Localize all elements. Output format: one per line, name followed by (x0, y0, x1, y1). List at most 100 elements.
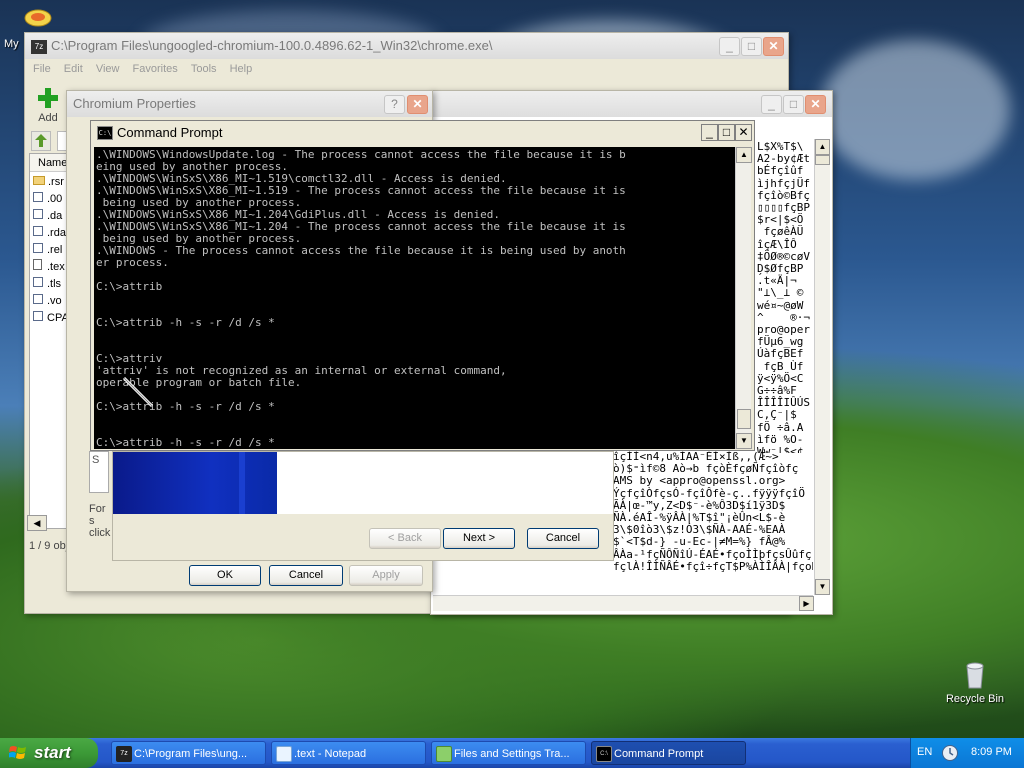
up-folder-button[interactable] (31, 131, 51, 151)
menu-favorites[interactable]: Favorites (133, 63, 178, 75)
scroll-down-arrow[interactable]: ▼ (815, 579, 830, 595)
notepad-text-line: fçlÀ!ÎÌÑÂÉ•fçî÷fçT$P%ÀÌÎÂÀ|fçoÑ-÷fçþÎîÝf… (613, 559, 813, 573)
notepad-text-line: $`<T$d-} -u-Ec-|≠M=%} fÂ@% (613, 535, 786, 549)
minimize-button[interactable]: _ (719, 37, 740, 56)
menu-bar: File Edit View Favorites Tools Help (25, 59, 788, 79)
notepad-text-line: "⊥\_⊥ © (757, 286, 804, 300)
cancel-button[interactable]: Cancel (269, 565, 343, 586)
cmd-icon: C:\ (596, 746, 612, 762)
menu-edit[interactable]: Edit (64, 63, 83, 75)
explorer-titlebar[interactable]: 7z C:\Program Files\ungoogled-chromium-10… (25, 33, 788, 59)
menu-view[interactable]: View (96, 63, 120, 75)
cmd-scrollbar[interactable]: ▲ ▼ (735, 147, 752, 449)
notepad-hscrollbar[interactable]: ▶ (433, 595, 814, 611)
scroll-up-arrow[interactable]: ▲ (736, 147, 752, 163)
properties-titlebar[interactable]: Chromium Properties (67, 91, 432, 117)
task-command-prompt[interactable]: C:\ Command Prompt (591, 741, 746, 765)
notepad-text-line: îçÆ\ÎÔ (757, 237, 797, 251)
console-line: C:\>attrib (96, 280, 163, 293)
notepad-text-bottom: îçÍÌ<n4,u%ÌAA⁻ÉÌ×Ìß,,(Æ~> ò)$⁼ìf©8 Aò→b f… (613, 451, 813, 583)
add-label: Add (38, 112, 58, 124)
text-file-icon (33, 259, 42, 270)
scroll-thumb[interactable] (737, 409, 751, 429)
notepad-text-line: bÉfçîûf (757, 164, 804, 178)
minimize-button[interactable]: _ (701, 124, 718, 141)
wizard-banner-stripe (239, 452, 245, 514)
maximize-button[interactable]: □ (741, 37, 762, 56)
start-button[interactable]: start (0, 738, 98, 768)
apply-button[interactable]: Apply (349, 565, 423, 586)
properties-help-text: For s click (89, 503, 111, 539)
transfer-wizard-icon (436, 746, 452, 762)
notepad-text-line: fçøêÀÜ (757, 225, 804, 239)
notepad-text-line: ÝçfçîÒfçsÓ-fçîÔfè-ç..fÿÿÿfçîÖ (613, 486, 806, 500)
notepad-vscrollbar[interactable]: ▲ ▼ (814, 139, 830, 595)
notepad-text-right: L$X%T$\ A2-by¢Æt bÉfçîûf ìjhfçjÜf fçîò©Bfç ▯▯… (757, 141, 813, 453)
network-icon (24, 9, 52, 27)
notepad-text-line: C,Ç⁻|$ (757, 408, 797, 422)
clock[interactable]: 8:09 PM (971, 746, 1012, 758)
notepad-icon (276, 746, 292, 762)
close-button[interactable]: ✕ (735, 124, 752, 141)
scroll-up-arrow[interactable]: ▲ (815, 139, 830, 155)
help-button[interactable]: ? (384, 95, 405, 114)
wizard-banner (113, 452, 277, 514)
wizard-content (277, 452, 613, 514)
menu-help[interactable]: Help (230, 63, 253, 75)
task-transfer-wizard[interactable]: Files and Settings Tra... (431, 741, 586, 765)
folder-icon (33, 176, 45, 185)
menu-file[interactable]: File (33, 63, 51, 75)
maximize-button[interactable]: □ (783, 95, 804, 114)
desktop-icon-top[interactable] (22, 6, 54, 31)
cmd-icon: C:\ (97, 126, 113, 140)
scroll-right-arrow[interactable]: ▶ (799, 596, 814, 611)
start-label: start (34, 743, 71, 762)
notepad-text-line: wé¤~@øW (757, 298, 804, 312)
console-line: er process. (96, 256, 169, 269)
console-line: C:\>attrib -h -s -r /d /s * (96, 316, 275, 329)
ok-button[interactable]: OK (189, 565, 261, 586)
transfer-wizard-window: < Back Next > Cancel (112, 451, 614, 561)
file-icon (33, 311, 43, 321)
minimize-button[interactable]: _ (761, 95, 782, 114)
file-icon (33, 192, 43, 202)
close-button[interactable]: ✕ (763, 37, 784, 56)
file-icon (33, 209, 43, 219)
maximize-button[interactable]: □ (718, 124, 735, 141)
clock-icon[interactable] (941, 744, 959, 762)
file-icon (33, 243, 43, 253)
language-indicator[interactable]: EN (917, 746, 932, 758)
notepad-text-line: ìjhfçjÜf (757, 176, 810, 190)
notepad-text-line: AMS by <appro@openssl.org> (613, 474, 786, 488)
desktop-icon-label: My (4, 38, 19, 50)
menu-tools[interactable]: Tools (191, 63, 217, 75)
close-button[interactable]: ✕ (805, 95, 826, 114)
add-button[interactable]: Add (33, 87, 63, 124)
scroll-down-arrow[interactable]: ▼ (736, 433, 752, 449)
next-button[interactable]: Next > (443, 528, 515, 549)
properties-fragment: S (89, 451, 109, 493)
back-button[interactable]: < Back (369, 528, 441, 549)
system-tray: EN 8:09 PM (910, 738, 1024, 768)
properties-title: Chromium Properties (73, 96, 196, 111)
scroll-left-arrow[interactable]: ◀ (27, 515, 47, 531)
console-line: C:\>attrib -h -s -r /d /s * (96, 436, 275, 449)
folder-up-icon (35, 134, 47, 147)
task-notepad[interactable]: .text - Notepad (271, 741, 426, 765)
desktop-icon-recycle-bin[interactable]: Recycle Bin (940, 660, 1010, 705)
task-explorer[interactable]: 7z C:\Program Files\ung... (111, 741, 266, 765)
cmd-titlebar[interactable]: C:\ Command Prompt (91, 121, 754, 145)
command-prompt-window: C:\ Command Prompt _ □ ✕ .\WINDOWS\Windo… (90, 120, 755, 451)
console-output[interactable]: .\WINDOWS\WindowsUpdate.log - The proces… (94, 147, 735, 449)
scroll-thumb[interactable] (815, 155, 830, 165)
plus-icon (38, 88, 58, 108)
recycle-bin-icon (966, 662, 984, 689)
close-button[interactable]: ✕ (407, 95, 428, 114)
wizard-cancel-button[interactable]: Cancel (527, 528, 599, 549)
file-icon (33, 277, 43, 287)
